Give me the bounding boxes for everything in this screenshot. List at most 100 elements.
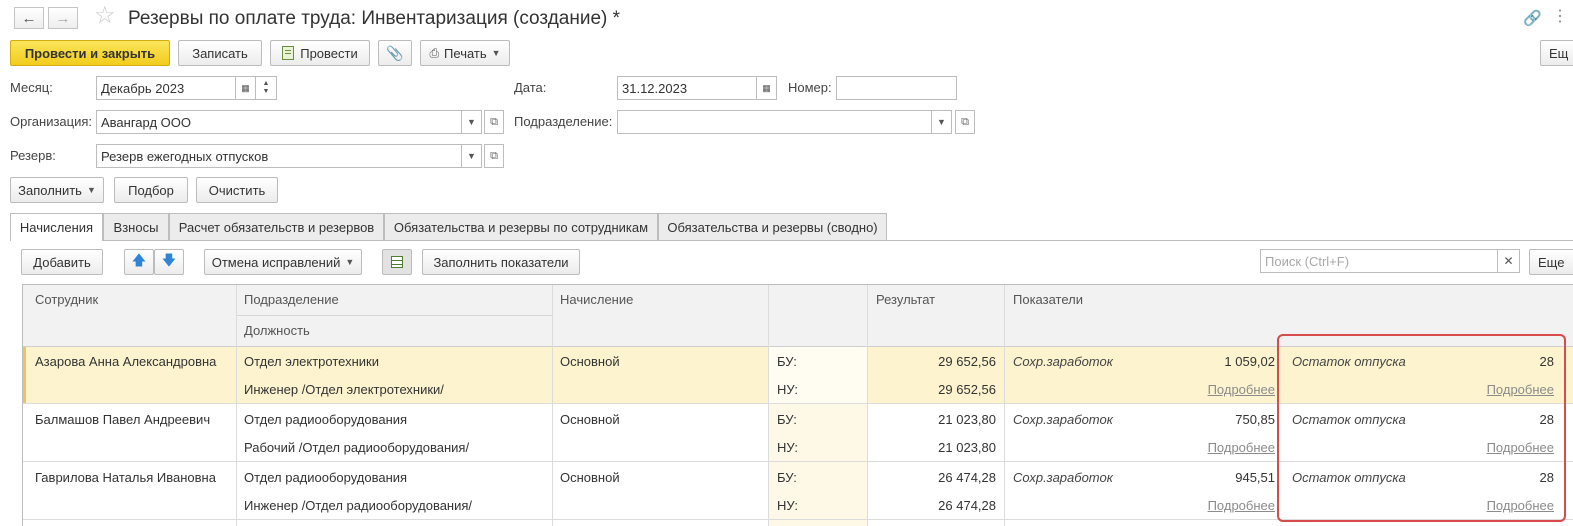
indicator-value: 750,85 — [1235, 412, 1275, 427]
print-button[interactable]: ⎙ Печать ▼ — [420, 40, 510, 66]
details-link[interactable]: Подробнее — [1150, 440, 1275, 456]
tab-by-employees[interactable]: Обязательства и резервы по сотрудникам — [384, 213, 658, 240]
nu-label: НУ: — [777, 440, 798, 455]
date-field[interactable]: 31.12.2023 — [617, 76, 757, 100]
post-doc-icon — [282, 46, 295, 60]
tab-calculation[interactable]: Расчет обязательств и резервов — [169, 213, 384, 240]
result-nu: 21 023,80 — [938, 440, 996, 455]
result-nu: 26 474,28 — [938, 498, 996, 513]
reserve-label: Резерв: — [10, 148, 56, 163]
calendar-icon[interactable]: ▦ — [757, 76, 777, 100]
header-result[interactable]: Результат — [876, 292, 935, 307]
star-icon[interactable]: ☆ — [94, 4, 116, 28]
indicator-value: 28 — [1539, 354, 1554, 369]
bu-label: БУ: — [777, 470, 797, 485]
indicator-name: Сохр.заработок — [1013, 470, 1113, 485]
indicator-name: Остаток отпуска — [1292, 412, 1406, 427]
post-and-close-button[interactable]: Провести и закрыть — [10, 40, 170, 66]
tab-contributions[interactable]: Взносы — [103, 213, 169, 240]
search-input[interactable]: Поиск (Ctrl+F) — [1260, 249, 1498, 273]
accrual-cell: Основной — [560, 354, 620, 369]
header-employee[interactable]: Сотрудник — [35, 292, 98, 307]
header-indicators[interactable]: Показатели — [1013, 292, 1083, 307]
more-button[interactable]: Еще — [1529, 249, 1573, 275]
arrow-down-icon: 🡇 — [161, 252, 177, 268]
dropdown-arrow-icon[interactable]: ▼ — [932, 110, 952, 134]
indicator-value: 28 — [1539, 412, 1554, 427]
close-icon[interactable]: ✕ — [1497, 249, 1520, 273]
open-icon[interactable]: ⧉ — [484, 110, 504, 134]
department-field[interactable] — [617, 110, 932, 134]
employee-name: Азарова Анна Александровна — [35, 354, 217, 369]
details-link[interactable]: Подробнее — [1450, 382, 1554, 398]
month-label: Месяц: — [10, 80, 53, 95]
clear-button[interactable]: Очистить — [196, 177, 278, 203]
number-field[interactable] — [836, 76, 957, 100]
result-bu: 29 652,56 — [938, 354, 996, 369]
more-icon[interactable]: ⋮ — [1552, 6, 1569, 26]
department-cell: Отдел электротехники — [244, 354, 379, 369]
table-row[interactable] — [23, 404, 24, 405]
employee-name: Балмашов Павел Андреевич — [35, 412, 211, 427]
result-bu: 26 474,28 — [938, 470, 996, 485]
table-settings-button[interactable] — [382, 249, 412, 275]
attach-button[interactable]: 📎 — [378, 40, 412, 66]
dropdown-arrow-icon[interactable]: ▼ — [462, 110, 482, 134]
details-link[interactable]: Подробнее — [1450, 498, 1554, 514]
date-label: Дата: — [514, 80, 547, 95]
department-cell: Отдел радиооборудования — [244, 412, 408, 427]
move-up-button[interactable]: 🡅 — [124, 249, 154, 275]
month-stepper[interactable]: ▲ ▼ — [256, 76, 277, 100]
page-title: Резервы по оплате труда: Инвентаризация … — [128, 8, 621, 29]
calendar-icon[interactable]: ▦ — [236, 76, 256, 100]
header-department[interactable]: Подразделение — [244, 292, 339, 307]
printer-icon: ⎙ — [429, 45, 440, 60]
chevron-down-icon: ▼ — [345, 257, 355, 267]
indicator-value: 945,51 — [1235, 470, 1275, 485]
indicator-name: Остаток отпуска — [1292, 470, 1406, 485]
indicator-value: 28 — [1539, 470, 1554, 485]
save-button[interactable]: Записать — [178, 40, 262, 66]
details-link[interactable]: Подробнее — [1450, 440, 1554, 456]
result-bu: 21 023,80 — [938, 412, 996, 427]
arrow-up-icon: 🡅 — [131, 252, 147, 268]
forward-button[interactable]: → — [48, 7, 78, 29]
dropdown-arrow-icon[interactable]: ▼ — [462, 144, 482, 168]
chevron-down-icon: ▼ — [86, 185, 96, 195]
table-add-icon — [391, 256, 403, 268]
link-icon[interactable]: 🔗 — [1523, 9, 1542, 27]
fill-indicators-button[interactable]: Заполнить показатели — [422, 249, 580, 275]
indicator-name: Сохр.заработок — [1013, 412, 1113, 427]
bu-label: БУ: — [777, 412, 797, 427]
cancel-corrections-button[interactable]: Отмена исправлений ▼ — [204, 249, 362, 275]
details-link[interactable]: Подробнее — [1150, 382, 1275, 398]
department-cell: Отдел радиооборудования — [244, 470, 408, 485]
fill-button[interactable]: Заполнить ▼ — [10, 177, 104, 203]
post-button[interactable]: Провести — [270, 40, 370, 66]
number-label: Номер: — [788, 80, 832, 95]
organization-field[interactable]: Авангард ООО — [96, 110, 462, 134]
move-down-button[interactable]: 🡇 — [154, 249, 184, 275]
tab-summary[interactable]: Обязательства и резервы (сводно) — [658, 213, 887, 240]
open-icon[interactable]: ⧉ — [955, 110, 975, 134]
employee-name: Гаврилова Наталья Ивановна — [35, 470, 216, 485]
organization-label: Организация: — [10, 114, 93, 129]
bu-label: БУ: — [777, 354, 797, 369]
details-link[interactable]: Подробнее — [1150, 498, 1275, 514]
indicator-name: Остаток отпуска — [1292, 354, 1406, 369]
reserve-field[interactable]: Резерв ежегодных отпусков — [96, 144, 462, 168]
month-field[interactable]: Декабрь 2023 — [96, 76, 236, 100]
more-actions-button[interactable]: Ещ — [1540, 40, 1573, 66]
tab-accruals[interactable]: Начисления — [10, 213, 103, 241]
position-cell: Инженер /Отдел электротехники/ — [244, 382, 444, 397]
add-button[interactable]: Добавить — [21, 249, 103, 275]
header-accrual[interactable]: Начисление — [560, 292, 633, 307]
open-icon[interactable]: ⧉ — [484, 144, 504, 168]
select-button[interactable]: Подбор — [114, 177, 188, 203]
chevron-down-icon: ▼ — [491, 48, 501, 58]
arrow-right-icon: → — [55, 9, 71, 27]
arrow-left-icon: ← — [21, 9, 37, 27]
result-nu: 29 652,56 — [938, 382, 996, 397]
back-button[interactable]: ← — [14, 7, 44, 29]
header-position[interactable]: Должность — [244, 323, 310, 338]
